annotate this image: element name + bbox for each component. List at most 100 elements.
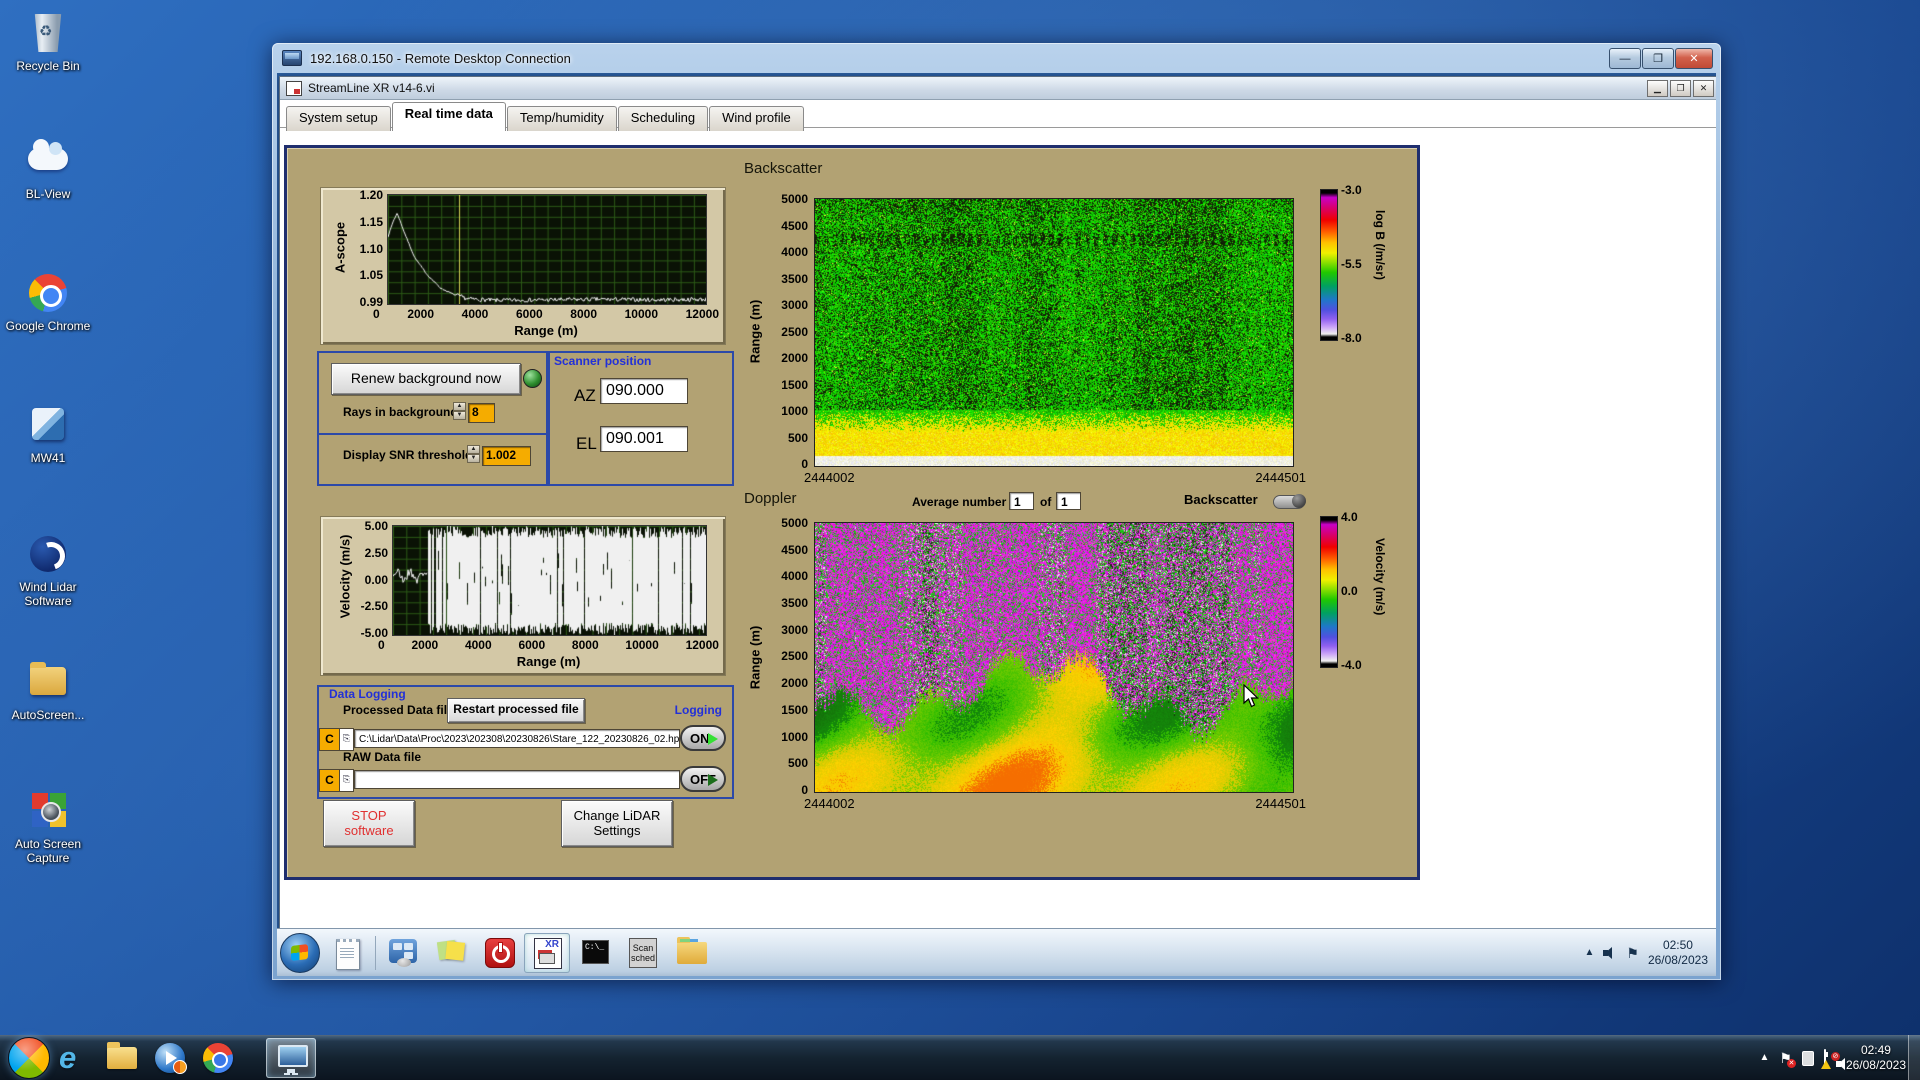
average-total-field[interactable]: 1: [1056, 492, 1081, 510]
taskbar-chrome[interactable]: [197, 1038, 239, 1078]
change-lidar-settings-button[interactable]: Change LiDAR Settings: [561, 800, 673, 847]
tab-temp-humidity[interactable]: Temp/humidity: [506, 106, 617, 131]
processed-path-field[interactable]: C:\Lidar\Data\Proc\2023\202308\20230826\…: [354, 729, 680, 748]
snr-spinner[interactable]: ▲ ▼: [467, 445, 480, 463]
show-desktop-button[interactable]: [1908, 1035, 1920, 1080]
desktop-icon-google-chrome[interactable]: Google Chrome: [0, 270, 96, 333]
mouse-cursor: [1243, 684, 1259, 708]
remote-taskbar-streamline-xr[interactable]: XR: [524, 932, 570, 973]
tick-label: 5000: [781, 516, 808, 530]
tick-label: 2444501: [1255, 796, 1306, 811]
raw-drive-selector[interactable]: C: [319, 769, 340, 792]
app-minimize-button[interactable]: ▁: [1647, 80, 1668, 97]
remote-clock-date: 26/08/2023: [1647, 952, 1708, 967]
remote-taskbar-notepad[interactable]: [325, 933, 371, 973]
desktop-icon-label: Recycle Bin: [16, 59, 80, 73]
tick-label: 4500: [781, 218, 808, 233]
sticky-notes-icon: [436, 939, 458, 960]
show-hidden-icons-arrow[interactable]: ▲: [1759, 1051, 1769, 1065]
taskbar-remote-desktop-active[interactable]: [266, 1038, 316, 1078]
stop-software-button[interactable]: STOP software: [323, 800, 415, 847]
desktop-icon-autoscreen[interactable]: AutoScreen...: [0, 659, 96, 722]
scanner-position-box: Scanner position AZ 090.000 EL 090.001: [546, 351, 734, 486]
app-titlebar[interactable]: StreamLine XR v14-6.vi ▁ ❐ ✕: [280, 77, 1716, 100]
tab-system-setup[interactable]: System setup: [286, 106, 391, 131]
action-center-flag-icon[interactable]: ⚑ ✕: [1779, 1051, 1796, 1068]
remote-taskbar-control-panel[interactable]: [380, 933, 426, 973]
tab-real-time-data[interactable]: Real time data: [391, 102, 506, 131]
processed-logging-on-button[interactable]: ON: [680, 725, 726, 751]
velocity-plot-canvas: [392, 525, 707, 636]
explorer-folder-icon: [677, 936, 707, 964]
tick-label: 500: [787, 430, 808, 445]
rdp-window: 192.168.0.150 - Remote Desktop Connectio…: [272, 43, 1721, 980]
battery-plug-icon[interactable]: [1801, 1050, 1814, 1066]
el-value-field[interactable]: 090.001: [600, 426, 688, 452]
processed-drive-selector[interactable]: C: [319, 728, 340, 751]
rays-spinner[interactable]: ▲ ▼: [453, 402, 466, 420]
remote-taskbar-sticky-notes[interactable]: [428, 933, 474, 973]
restart-processed-file-button[interactable]: Restart processed file: [447, 698, 585, 723]
show-hidden-icons-arrow[interactable]: ▲: [1584, 946, 1594, 960]
tick-label: 10000: [624, 307, 658, 321]
remote-taskbar-power[interactable]: [476, 933, 522, 973]
rays-value-field[interactable]: 8: [468, 403, 495, 423]
desktop-icon-auto-screen-capture[interactable]: Auto Screen Capture: [0, 788, 96, 865]
divider: [317, 433, 546, 435]
taskbar-internet-explorer[interactable]: e: [53, 1038, 95, 1078]
tick-label: -8.0: [1341, 331, 1362, 345]
minimize-button[interactable]: —: [1609, 48, 1641, 69]
host-clock-time: 02:49: [1860, 1043, 1891, 1057]
tick-label: 0.0: [1341, 584, 1358, 598]
rdp-titlebar[interactable]: 192.168.0.150 - Remote Desktop Connectio…: [272, 43, 1721, 73]
raw-path-field[interactable]: [354, 770, 680, 789]
tick-label: 1.20: [359, 188, 383, 202]
rdp-client-area: StreamLine XR v14-6.vi ▁ ❐ ✕ System setu…: [277, 73, 1716, 976]
tick-label: 0: [801, 457, 808, 471]
host-clock[interactable]: 02:49 26/08/2023: [1846, 1043, 1906, 1073]
snr-value-field[interactable]: 1.002: [482, 446, 531, 466]
tab-wind-profile[interactable]: Wind profile: [709, 106, 804, 131]
scan-scheduler-icon: Scan sched: [629, 937, 657, 968]
desktop-icon-label: Auto Screen Capture: [14, 837, 82, 865]
backscatter-x-ticks: 2444002 2444501: [804, 470, 1306, 485]
desktop-icon-recycle-bin[interactable]: Recycle Bin: [0, 10, 96, 73]
remote-taskbar-cmd[interactable]: C:\_: [572, 933, 618, 973]
remote-taskbar-scan-scheduler[interactable]: Scan sched: [620, 933, 666, 973]
close-button[interactable]: ✕: [1675, 48, 1713, 69]
taskbar-media-player[interactable]: [149, 1038, 191, 1078]
maximize-button[interactable]: ❐: [1642, 48, 1674, 69]
remote-start-button[interactable]: [280, 932, 320, 973]
average-number-field[interactable]: 1: [1009, 492, 1034, 510]
backscatter-colorbar-label: log B (/m/sr): [1373, 210, 1387, 281]
data-logging-title: Data Logging: [329, 687, 406, 701]
device-install-icon[interactable]: [1820, 1049, 1831, 1069]
backscatter-heatmap-canvas: [814, 198, 1294, 467]
start-button[interactable]: [8, 1037, 50, 1079]
app-restore-button[interactable]: ❐: [1670, 80, 1691, 97]
desktop-icon-mw41[interactable]: MW41: [0, 402, 96, 465]
auto-screen-capture-icon: [25, 788, 71, 834]
az-value-field[interactable]: 090.000: [600, 378, 688, 404]
desktop-icon-bl-view[interactable]: BL-View: [0, 138, 96, 201]
remote-clock[interactable]: 02:50 26/08/2023: [1648, 938, 1708, 968]
remote-taskbar-explorer[interactable]: [668, 933, 714, 973]
backscatter-toggle-switch[interactable]: [1273, 494, 1306, 509]
desktop-icon-label: AutoScreen...: [11, 708, 85, 722]
tick-label: 12000: [685, 307, 719, 321]
speaker-icon[interactable]: [1603, 946, 1617, 959]
desktop-icon-wind-lidar[interactable]: Wind Lidar Software: [0, 531, 96, 608]
velocity-graph: Velocity (m/s) 5.00 2.50 0.00 -2.50 -5.00 02…: [320, 516, 726, 676]
taskbar-explorer[interactable]: [101, 1038, 143, 1078]
tab-scheduling[interactable]: Scheduling: [617, 106, 709, 131]
raw-logging-off-button[interactable]: OFF: [680, 766, 726, 792]
tick-label: 1.10: [359, 241, 383, 256]
action-center-flag-icon[interactable]: ⚑: [1626, 946, 1639, 960]
tick-label: 4000: [464, 638, 492, 652]
app-close-button[interactable]: ✕: [1693, 80, 1714, 97]
tick-label: 3000: [781, 298, 808, 312]
scan-line1: Scan: [632, 942, 654, 953]
renew-background-button[interactable]: Renew background now: [331, 363, 521, 395]
tick-label: 4.0: [1341, 510, 1358, 524]
tick-label: 4000: [781, 245, 808, 259]
